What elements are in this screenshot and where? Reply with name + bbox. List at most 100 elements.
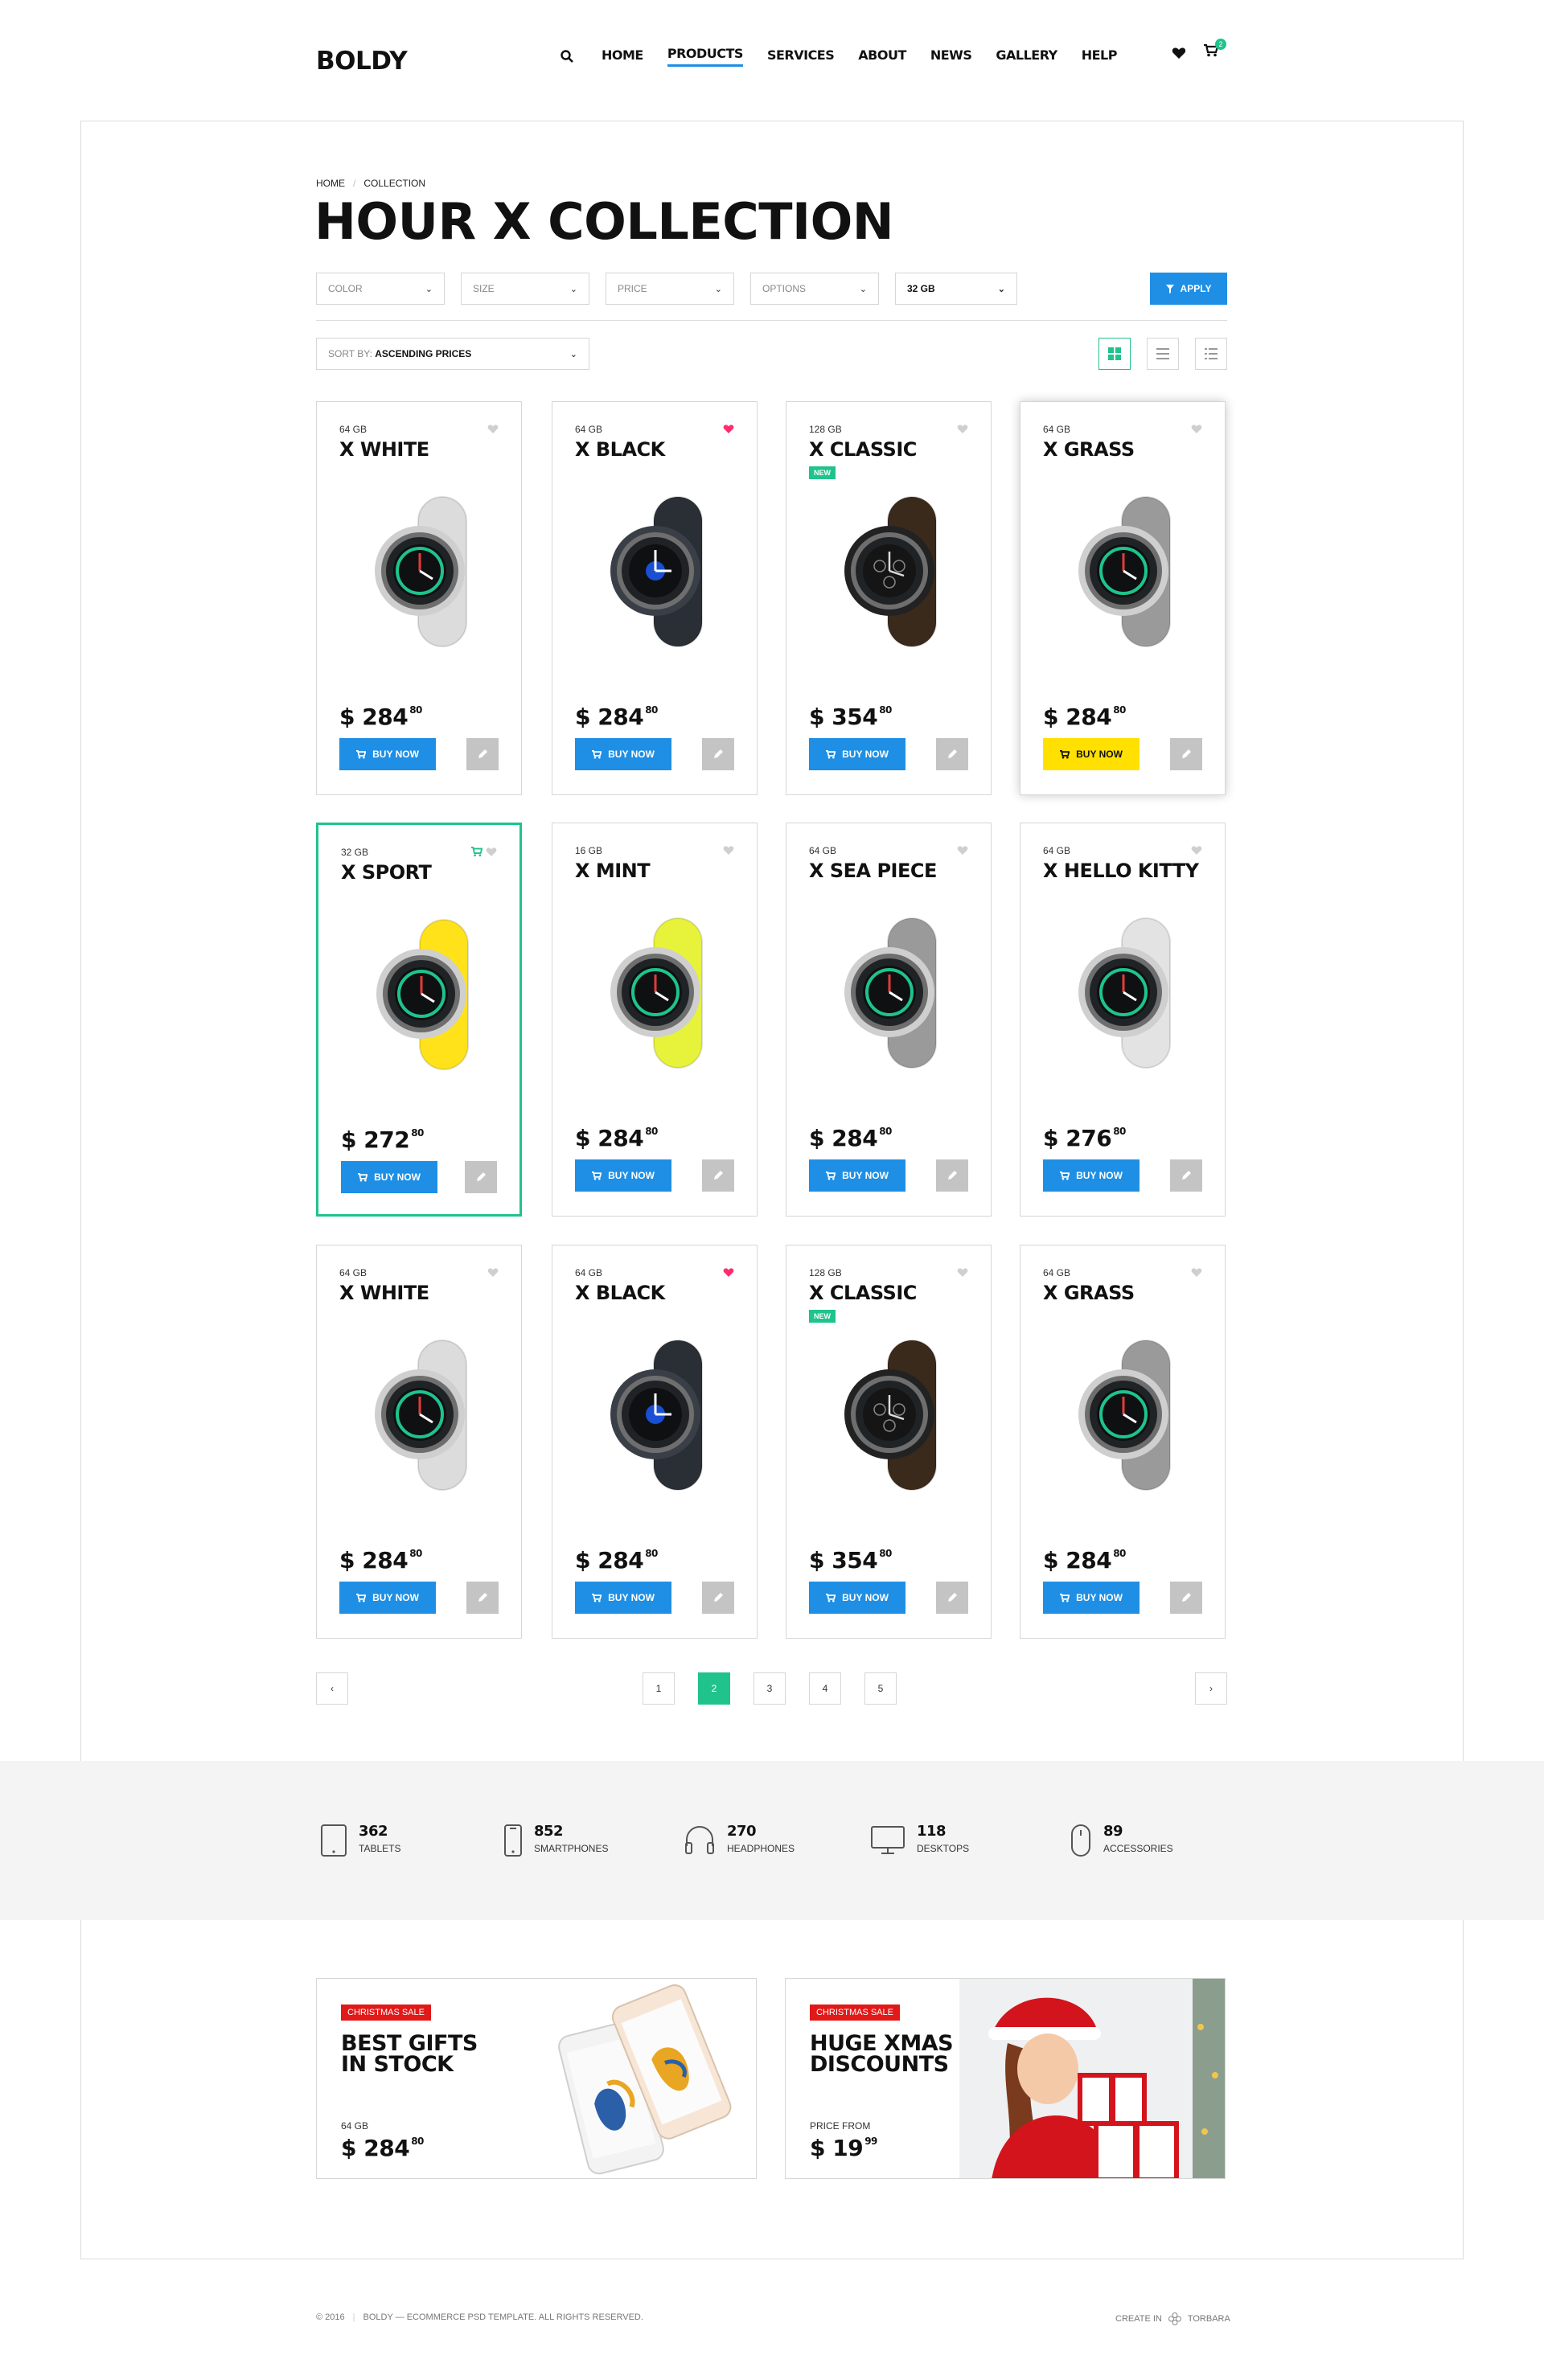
compare-button[interactable]: [465, 1161, 497, 1193]
nav-about[interactable]: ABOUT: [858, 47, 906, 66]
heart-icon[interactable]: [486, 847, 497, 857]
heart-icon[interactable]: [1191, 845, 1202, 856]
page-1[interactable]: 1: [643, 1672, 675, 1705]
compare-button[interactable]: [936, 1582, 968, 1614]
nav-news[interactable]: NEWS: [930, 47, 972, 66]
product-name[interactable]: X SEA PIECE: [809, 859, 937, 883]
page-3[interactable]: 3: [754, 1672, 786, 1705]
buy-now-button[interactable]: BUY NOW: [341, 1161, 437, 1193]
stat-smartphones[interactable]: 852 SMARTPHONES: [503, 1824, 608, 1857]
product-name[interactable]: X WHITE: [339, 1281, 429, 1305]
heart-icon[interactable]: [957, 1267, 968, 1278]
product-card[interactable]: 16 GB X MINT $ 284 80 BUY NOW: [552, 823, 758, 1217]
heart-icon[interactable]: [723, 424, 734, 434]
compare-button[interactable]: [702, 738, 734, 770]
next-page-button[interactable]: ›: [1195, 1672, 1227, 1705]
nav-products[interactable]: PRODUCTS: [667, 46, 743, 67]
sort-select[interactable]: SORT BY: ASCENDING PRICES ⌄: [316, 338, 589, 370]
product-card[interactable]: 128 GB X CLASSIC NEW $ 354 80 BUY NOW: [786, 1245, 992, 1639]
compare-button[interactable]: [466, 738, 499, 770]
page-4[interactable]: 4: [809, 1672, 841, 1705]
footer-credit[interactable]: CREATE IN TORBARA: [1115, 2312, 1230, 2325]
product-name[interactable]: X HELLO KITTY: [1043, 859, 1199, 883]
stat-desktops[interactable]: 118 DESKTOPS: [870, 1824, 969, 1856]
buy-now-button[interactable]: BUY NOW: [1043, 1159, 1140, 1192]
list-view-button[interactable]: [1147, 338, 1179, 370]
heart-icon[interactable]: [487, 1267, 499, 1278]
page-5[interactable]: 5: [864, 1672, 897, 1705]
stat-tablets[interactable]: 362 TABLETS: [320, 1824, 400, 1857]
heart-icon[interactable]: [723, 845, 734, 856]
product-card[interactable]: 128 GB X CLASSIC NEW $ 354 80 BUY NOW: [786, 401, 992, 795]
promo-banner-gifts[interactable]: CHRISTMAS SALE BEST GIFTS IN STOCK 64 GB…: [316, 1978, 757, 2179]
compare-button[interactable]: [702, 1159, 734, 1192]
heart-icon[interactable]: [1172, 47, 1186, 60]
buy-now-button[interactable]: BUY NOW: [339, 1582, 436, 1614]
grid-view-button[interactable]: [1098, 338, 1131, 370]
buy-now-button[interactable]: BUY NOW: [1043, 738, 1140, 770]
heart-icon[interactable]: [957, 424, 968, 434]
product-name[interactable]: X CLASSIC: [809, 1281, 917, 1305]
filter-storage[interactable]: 32 GB ⌄: [895, 273, 1017, 305]
product-name[interactable]: X BLACK: [575, 437, 665, 462]
search-icon[interactable]: [560, 49, 574, 64]
product-card[interactable]: 64 GB X WHITE $ 284 80 BUY NOW: [316, 1245, 522, 1639]
logo[interactable]: BOLDY: [316, 47, 408, 76]
stat-label: SMARTPHONES: [534, 1843, 609, 1854]
cart-button[interactable]: 2: [1204, 39, 1226, 61]
filter-size[interactable]: SIZE ⌄: [461, 273, 589, 305]
heart-icon[interactable]: [487, 424, 499, 434]
buy-now-button[interactable]: BUY NOW: [339, 738, 436, 770]
product-card[interactable]: 64 GB X BLACK $ 284 80 BUY NOW: [552, 1245, 758, 1639]
product-name[interactable]: X CLASSIC: [809, 437, 917, 462]
product-name[interactable]: X MINT: [575, 859, 651, 883]
buy-now-button[interactable]: BUY NOW: [809, 738, 905, 770]
compare-button[interactable]: [466, 1582, 499, 1614]
compare-button[interactable]: [1170, 738, 1202, 770]
buy-now-button[interactable]: BUY NOW: [575, 1159, 671, 1192]
nav-gallery[interactable]: GALLERY: [996, 47, 1057, 66]
prev-page-button[interactable]: ‹: [316, 1672, 348, 1705]
compact-view-button[interactable]: [1195, 338, 1227, 370]
product-name[interactable]: X GRASS: [1043, 437, 1135, 462]
page-2[interactable]: 2: [698, 1672, 730, 1705]
apply-button[interactable]: APPLY: [1150, 273, 1227, 305]
compare-button[interactable]: [702, 1582, 734, 1614]
compare-button[interactable]: [936, 1159, 968, 1192]
stat-accessories[interactable]: 89 ACCESSORIES: [1070, 1824, 1173, 1857]
promo-banner-xmas[interactable]: CHRISTMAS SALE HUGE XMAS DISCOUNTS PRICE…: [785, 1978, 1226, 2179]
buy-now-button[interactable]: BUY NOW: [575, 1582, 671, 1614]
nav-home[interactable]: HOME: [602, 47, 643, 66]
cart-icon[interactable]: [471, 847, 482, 857]
filter-color[interactable]: COLOR ⌄: [316, 273, 445, 305]
product-card[interactable]: 64 GB X HELLO KITTY $ 276 80 BUY NOW: [1020, 823, 1226, 1217]
filter-price[interactable]: PRICE ⌄: [606, 273, 734, 305]
heart-icon[interactable]: [1191, 1267, 1202, 1278]
grid-icon: [1108, 347, 1121, 360]
heart-icon[interactable]: [957, 845, 968, 856]
heart-icon[interactable]: [723, 1267, 734, 1278]
product-name[interactable]: X GRASS: [1043, 1281, 1135, 1305]
buy-now-button[interactable]: BUY NOW: [1043, 1582, 1140, 1614]
product-card[interactable]: 32 GB X SPORT $ 272 80 BUY NOW: [316, 823, 522, 1217]
breadcrumb-home[interactable]: HOME: [316, 178, 345, 189]
heart-icon[interactable]: [1191, 424, 1202, 434]
product-name[interactable]: X WHITE: [339, 437, 429, 462]
nav-help[interactable]: HELP: [1082, 47, 1118, 66]
product-card[interactable]: 64 GB X GRASS $ 284 80 BUY NOW: [1020, 1245, 1226, 1639]
product-name[interactable]: X SPORT: [341, 860, 432, 884]
product-card[interactable]: 64 GB X GRASS $ 284 80 BUY NOW: [1020, 401, 1226, 795]
buy-now-button[interactable]: BUY NOW: [809, 1159, 905, 1192]
filter-options[interactable]: OPTIONS ⌄: [750, 273, 879, 305]
buy-now-button[interactable]: BUY NOW: [575, 738, 671, 770]
compare-button[interactable]: [1170, 1582, 1202, 1614]
stat-headphones[interactable]: 270 HEADPHONES: [684, 1824, 795, 1856]
nav-services[interactable]: SERVICES: [767, 47, 835, 66]
product-card[interactable]: 64 GB X BLACK $ 284 80 BUY NOW: [552, 401, 758, 795]
compare-button[interactable]: [936, 738, 968, 770]
product-card[interactable]: 64 GB X SEA PIECE $ 284 80 BUY NOW: [786, 823, 992, 1217]
compare-button[interactable]: [1170, 1159, 1202, 1192]
buy-now-button[interactable]: BUY NOW: [809, 1582, 905, 1614]
product-card[interactable]: 64 GB X WHITE $ 284 80 BUY NOW: [316, 401, 522, 795]
product-name[interactable]: X BLACK: [575, 1281, 665, 1305]
